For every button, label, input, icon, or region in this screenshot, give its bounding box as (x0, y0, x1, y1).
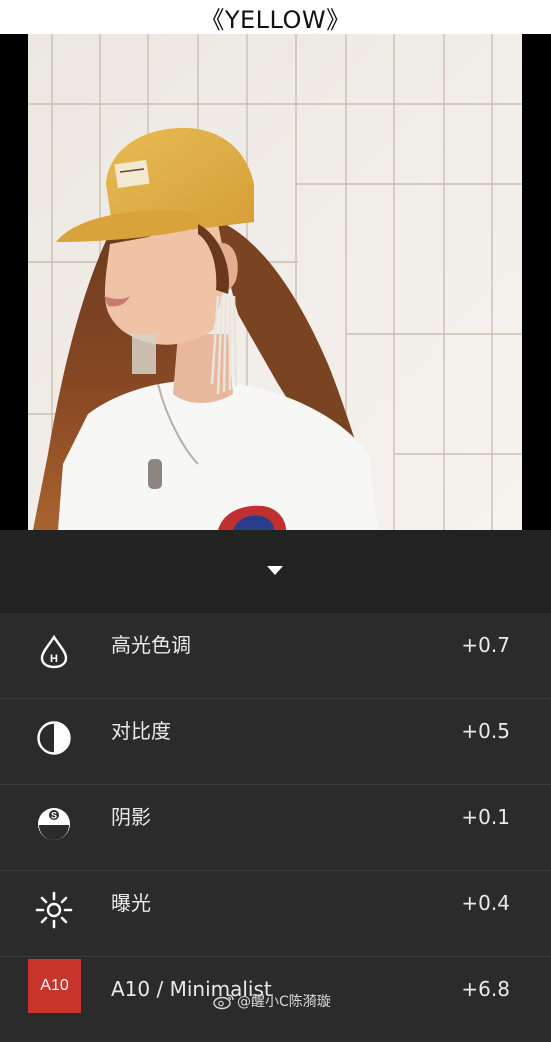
adjustment-label: 高光色调 (111, 633, 191, 657)
adjustment-label: 阴影 (111, 805, 151, 829)
watermark: @醒小C陈漪璇 (213, 990, 331, 1012)
svg-text:H: H (50, 653, 58, 665)
adjustment-row-shadows[interactable]: S 阴影 +0.1 (0, 785, 551, 871)
weibo-icon (213, 994, 234, 1010)
highlights-icon: H (34, 632, 74, 672)
photo-area (0, 34, 551, 530)
adjustment-list: H 高光色调 +0.7 对比度 +0.5 S 阴影 +0.1 曝光 +0.4 A… (0, 613, 551, 1042)
title-bar: 《YELLOW》 (0, 0, 551, 34)
page-title: 《YELLOW》 (200, 5, 351, 34)
adjustment-label: 对比度 (111, 719, 171, 743)
adjustment-value: +0.7 (461, 633, 510, 657)
watermark-text: @醒小C陈漪璇 (237, 994, 331, 1010)
collapse-arrow-icon[interactable] (267, 566, 283, 575)
adjustment-label: 曝光 (111, 891, 151, 915)
portrait-photo (28, 34, 522, 530)
adjustment-row-exposure[interactable]: 曝光 +0.4 (0, 871, 551, 957)
exposure-icon (34, 890, 74, 930)
svg-text:S: S (51, 811, 57, 821)
adjustment-value: +0.4 (461, 891, 510, 915)
contrast-icon (34, 718, 74, 758)
adjustment-value: +0.1 (461, 805, 510, 829)
shadows-icon: S (34, 804, 74, 844)
adjustment-row-contrast[interactable]: 对比度 +0.5 (0, 699, 551, 785)
preset-badge: A10 (28, 959, 81, 1013)
adjustment-value: +0.5 (461, 719, 510, 743)
adjustment-row-highlights[interactable]: H 高光色调 +0.7 (0, 613, 551, 699)
adjustment-value: +6.8 (461, 977, 510, 1001)
